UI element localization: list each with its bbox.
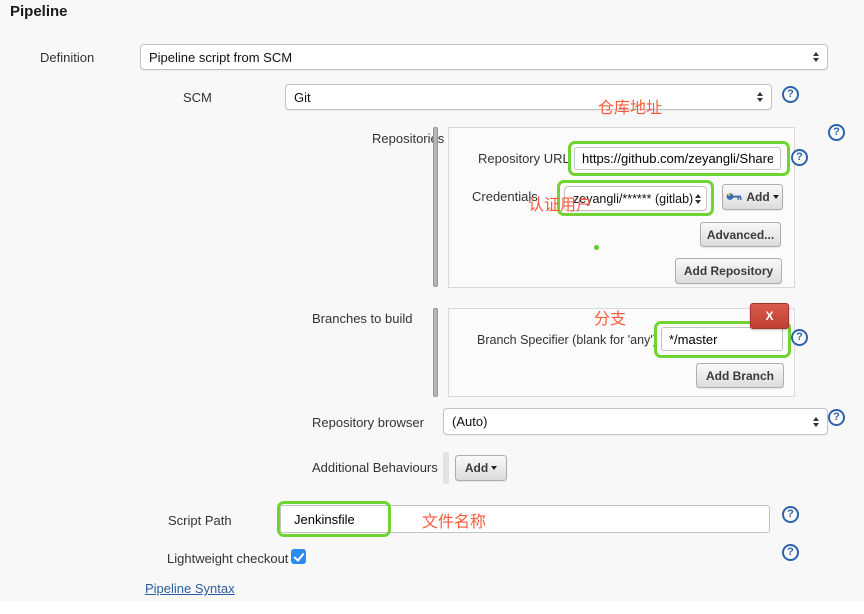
scm-label: SCM xyxy=(183,90,212,105)
script-path-label: Script Path xyxy=(168,513,232,528)
add-branch-label: Add Branch xyxy=(706,369,774,383)
scm-select-value: Git xyxy=(294,90,311,105)
annotation-dot xyxy=(594,245,599,250)
annotation-repo-address: 仓库地址 xyxy=(598,94,662,118)
additional-behaviours-label: Additional Behaviours xyxy=(312,460,438,475)
page-title: Pipeline xyxy=(10,3,68,20)
definition-label: Definition xyxy=(40,50,94,65)
branch-specifier-input[interactable] xyxy=(661,327,783,351)
add-behaviour-label: Add xyxy=(465,461,488,475)
lightweight-checkout-label: Lightweight checkout xyxy=(167,551,288,566)
caret-down-icon xyxy=(773,195,779,199)
add-credentials-button[interactable]: Add xyxy=(722,184,783,210)
help-icon[interactable]: ? xyxy=(782,86,799,103)
key-icon xyxy=(726,190,742,204)
help-icon[interactable]: ? xyxy=(791,149,808,166)
annotation-auth-user: 认证用户 xyxy=(528,191,592,215)
add-behaviour-button[interactable]: Add xyxy=(455,455,507,481)
select-arrows-icon xyxy=(813,52,819,62)
select-arrows-icon xyxy=(695,194,701,204)
select-arrows-icon xyxy=(757,92,763,102)
repository-browser-select[interactable]: (Auto) xyxy=(443,408,828,435)
help-icon[interactable]: ? xyxy=(828,409,845,426)
branch-specifier-label: Branch Specifier (blank for 'any') xyxy=(477,333,657,347)
add-branch-button[interactable]: Add Branch xyxy=(696,363,784,388)
behaviours-insert-bar xyxy=(443,452,449,484)
branches-section-label: Branches to build xyxy=(312,311,412,326)
help-icon[interactable]: ? xyxy=(791,329,808,346)
repository-url-input[interactable] xyxy=(574,147,781,170)
definition-select-value: Pipeline script from SCM xyxy=(149,50,292,65)
repository-url-label: Repository URL xyxy=(478,151,570,166)
add-credentials-label: Add xyxy=(746,190,769,204)
branch-drag-handle[interactable] xyxy=(433,308,438,397)
help-icon[interactable]: ? xyxy=(828,124,845,141)
scm-select[interactable]: Git xyxy=(285,84,772,110)
repository-drag-handle[interactable] xyxy=(433,127,438,287)
pipeline-syntax-link[interactable]: Pipeline Syntax xyxy=(145,581,235,596)
add-repository-button[interactable]: Add Repository xyxy=(675,258,782,284)
caret-down-icon xyxy=(491,466,497,470)
pipeline-config-page: Pipeline Definition Pipeline script from… xyxy=(0,0,864,614)
definition-select[interactable]: Pipeline script from SCM xyxy=(140,44,828,70)
advanced-button[interactable]: Advanced... xyxy=(700,222,781,247)
add-repository-label: Add Repository xyxy=(684,264,773,278)
advanced-button-label: Advanced... xyxy=(707,228,774,242)
annotation-file-name: 文件名称 xyxy=(422,508,486,532)
lightweight-checkout-checkbox[interactable] xyxy=(291,549,306,564)
select-arrows-icon xyxy=(813,417,819,427)
delete-branch-label: X xyxy=(765,309,773,323)
repository-browser-value: (Auto) xyxy=(452,414,487,429)
help-icon[interactable]: ? xyxy=(782,506,799,523)
delete-branch-button[interactable]: X xyxy=(750,303,789,329)
repository-browser-label: Repository browser xyxy=(312,415,424,430)
help-icon[interactable]: ? xyxy=(782,544,799,561)
annotation-branch: 分支 xyxy=(594,305,626,329)
script-path-input[interactable] xyxy=(280,505,770,533)
